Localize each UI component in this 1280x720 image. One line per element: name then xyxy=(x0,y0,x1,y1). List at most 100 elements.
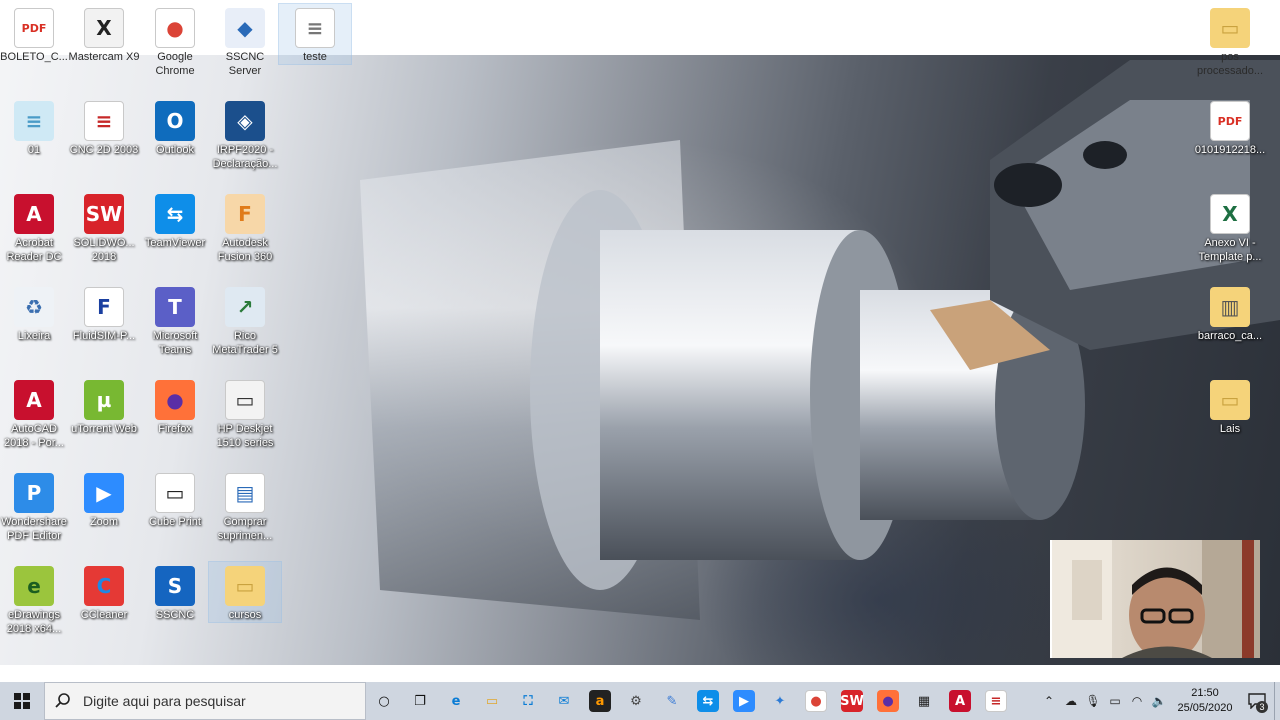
show-desktop-button[interactable] xyxy=(1274,682,1280,720)
desktop-icon-label: FluidSIM-P... xyxy=(72,330,136,342)
file-explorer-icon: ▭ xyxy=(485,693,499,709)
desktop-icon-teamviewer[interactable]: ⇆ TeamViewer xyxy=(139,190,211,250)
desktop-icon-pos-processado[interactable]: ▭ pos processado... xyxy=(1194,4,1266,78)
solidworks-icon: SW xyxy=(840,690,864,712)
desktop-icon-solidwo-2018[interactable]: SW SOLIDWO... 2018 xyxy=(68,190,140,264)
acrobat-icon: A xyxy=(949,690,971,712)
desktop-icon-ccleaner[interactable]: C CCleaner xyxy=(68,562,140,622)
wifi-icon[interactable]: ◠ xyxy=(1126,682,1148,720)
taskbar-pinned-settings-icon[interactable]: ⚙ xyxy=(618,682,654,720)
desktop-icon-teste[interactable]: ≡ teste xyxy=(278,3,352,65)
folder-icon: ▭ xyxy=(1210,8,1250,48)
taskbar-pinned-store-icon[interactable]: ⛶ xyxy=(510,682,546,720)
zoom-icon: ▶ xyxy=(84,473,124,513)
desktop-icon-google-chrome[interactable]: ● Google Chrome xyxy=(139,4,211,78)
ccleaner-icon: C xyxy=(84,566,124,606)
cortana-icon: ○ xyxy=(378,693,390,709)
battery-icon[interactable]: ▭ xyxy=(1104,682,1126,720)
start-button[interactable] xyxy=(0,682,44,720)
taskbar-pinned-teamviewer-icon[interactable]: ⇆ xyxy=(690,682,726,720)
excel-icon: X xyxy=(1210,194,1250,234)
desktop-icon-cube-print[interactable]: ▭ Cube Print xyxy=(139,469,211,529)
desktop-icon-barraco-ca[interactable]: ▥ barraco_ca... xyxy=(1194,283,1266,343)
cnc2d-icon: ≡ xyxy=(985,690,1007,712)
taskbar-pinned-mail-icon[interactable]: ✉ xyxy=(546,682,582,720)
chevron-up-icon[interactable]: ⌃ xyxy=(1038,682,1060,720)
sscnc-server-icon: ◆ xyxy=(225,8,265,48)
taskbar-pinned-zoom-icon[interactable]: ▶ xyxy=(726,682,762,720)
taskbar-pinned-calculator-icon[interactable]: ▦ xyxy=(906,682,942,720)
desktop-icon-cnc-2d-2003[interactable]: ≡ CNC 2D 2003 xyxy=(68,97,140,157)
acrobat-icon: A xyxy=(14,194,54,234)
taskbar-pinned-edge-icon[interactable]: e xyxy=(438,682,474,720)
sscnc-icon: S xyxy=(155,566,195,606)
desktop-icon-outlook[interactable]: O Outlook xyxy=(139,97,211,157)
taskbar-pinned-bird-icon[interactable]: ✦ xyxy=(762,682,798,720)
volume-icon[interactable]: 🔈 xyxy=(1148,682,1170,720)
microphone-icon[interactable]: 🎙 xyxy=(1082,682,1104,720)
paint-icon: ✎ xyxy=(666,693,678,709)
desktop-icon-label: uTorrent Web xyxy=(71,423,137,435)
taskbar-pinned-firefox-icon[interactable]: ● xyxy=(870,682,906,720)
desktop-icon-mastercam-x9[interactable]: X Mastercam X9 xyxy=(68,4,140,64)
taskbar-pinned-task-view-icon[interactable]: ❐ xyxy=(402,682,438,720)
calculator-icon: ▦ xyxy=(917,693,931,709)
desktop-icon-sscnc[interactable]: S SSCNC xyxy=(139,562,211,622)
desktop-icon-microsoft-teams[interactable]: T Microsoft Teams xyxy=(139,283,211,357)
desktop-icon-irpf2020-declara-o[interactable]: ◈ IRPF2020 - Declaração... xyxy=(209,97,281,171)
desktop-icon-utorrent-web[interactable]: µ uTorrent Web xyxy=(68,376,140,436)
desktop-icon-rico-metatrader-5[interactable]: ↗ Rico MetaTrader 5 xyxy=(209,283,281,357)
zoom-icon: ▶ xyxy=(733,690,755,712)
utorrent-icon: µ xyxy=(84,380,124,420)
outlook-icon: O xyxy=(155,101,195,141)
desktop-icon-anexo-vi-template-p[interactable]: X Anexo VI - Template p... xyxy=(1194,190,1266,264)
taskbar-pinned-amazon-icon[interactable]: a xyxy=(582,682,618,720)
desktop-icon-01[interactable]: ≡ 01 xyxy=(0,97,70,157)
taskbar-search-box[interactable]: Digite aqui para pesquisar xyxy=(44,682,366,720)
desktop-icon-cursos[interactable]: ▭ cursos xyxy=(208,561,282,623)
desktop-icon-label: Anexo VI - Template p... xyxy=(1198,237,1262,263)
desktop-icon-wondershare-pdf-editor[interactable]: P Wondershare PDF Editor xyxy=(0,469,70,543)
desktop-icon-boleto-c[interactable]: PDF BOLETO_C... xyxy=(0,4,70,64)
desktop-icon-sscnc-server[interactable]: ◆ SSCNC Server xyxy=(209,4,281,78)
taskbar-pinned-chrome-icon[interactable]: ● xyxy=(798,682,834,720)
irpf-icon: ◈ xyxy=(225,101,265,141)
action-center-button[interactable]: 3 xyxy=(1240,682,1274,720)
desktop-icon-autocad-2018-por[interactable]: A AutoCAD 2018 - Por... xyxy=(0,376,70,450)
desktop-icon-acrobat-reader-dc[interactable]: A Acrobat Reader DC xyxy=(0,190,70,264)
desktop-icon-edrawings-2018-x64[interactable]: e eDrawings 2018 x64... xyxy=(0,562,70,636)
desktop-icon-0101912218[interactable]: PDF 0101912218... xyxy=(1194,97,1266,157)
store-icon: ⛶ xyxy=(523,693,533,709)
folder-icon: ▭ xyxy=(1210,380,1250,420)
cnc2d-icon: ≡ xyxy=(84,101,124,141)
desktop-icon-label: barraco_ca... xyxy=(1197,330,1263,342)
desktop-icon-firefox[interactable]: ● Firefox xyxy=(139,376,211,436)
desktop-icon-lixeira[interactable]: ♻ Lixeira xyxy=(0,283,70,343)
taskbar-pinned-solidworks-icon[interactable]: SW xyxy=(834,682,870,720)
onedrive-icon[interactable]: ☁ xyxy=(1060,682,1082,720)
taskbar-pinned-cortana-icon[interactable]: ○ xyxy=(366,682,402,720)
desktop-icon-autodesk-fusion-360[interactable]: F Autodesk Fusion 360 xyxy=(209,190,281,264)
desktop-icon-fluidsim-p[interactable]: F FluidSIM-P... xyxy=(68,283,140,343)
taskbar-pinned-paint-icon[interactable]: ✎ xyxy=(654,682,690,720)
desktop-icon-hp-deskjet-1510-series[interactable]: ▭ HP Deskjet 1510 series xyxy=(209,376,281,450)
fusion360-icon: F xyxy=(225,194,265,234)
desktop-icon-label: Microsoft Teams xyxy=(152,330,198,356)
clock-time: 21:50 xyxy=(1191,687,1219,699)
desktop-icon-lais[interactable]: ▭ Lais xyxy=(1194,376,1266,436)
teamviewer-icon: ⇆ xyxy=(697,690,719,712)
desktop-icon-zoom[interactable]: ▶ Zoom xyxy=(68,469,140,529)
desktop-icon-label: AutoCAD 2018 - Por... xyxy=(4,423,64,449)
taskbar-pinned-cnc2d-icon[interactable]: ≡ xyxy=(978,682,1014,720)
taskbar-pinned-file-explorer-icon[interactable]: ▭ xyxy=(474,682,510,720)
desktop-icon-label: CNC 2D 2003 xyxy=(69,144,139,156)
pdf-icon: PDF xyxy=(1210,101,1250,141)
desktop-icon-label: 01 xyxy=(27,144,41,156)
taskbar-pinned-acrobat-icon[interactable]: A xyxy=(942,682,978,720)
taskbar-clock[interactable]: 21:50 25/05/2020 xyxy=(1170,686,1240,716)
edge-icon: e xyxy=(451,693,461,709)
folder-icon: ▭ xyxy=(225,566,265,606)
desktop-icon-label: BOLETO_C... xyxy=(0,51,68,63)
printer-icon: ▭ xyxy=(225,380,265,420)
desktop-icon-comprar-suprimen[interactable]: ▤ Comprar suprimen... xyxy=(209,469,281,543)
